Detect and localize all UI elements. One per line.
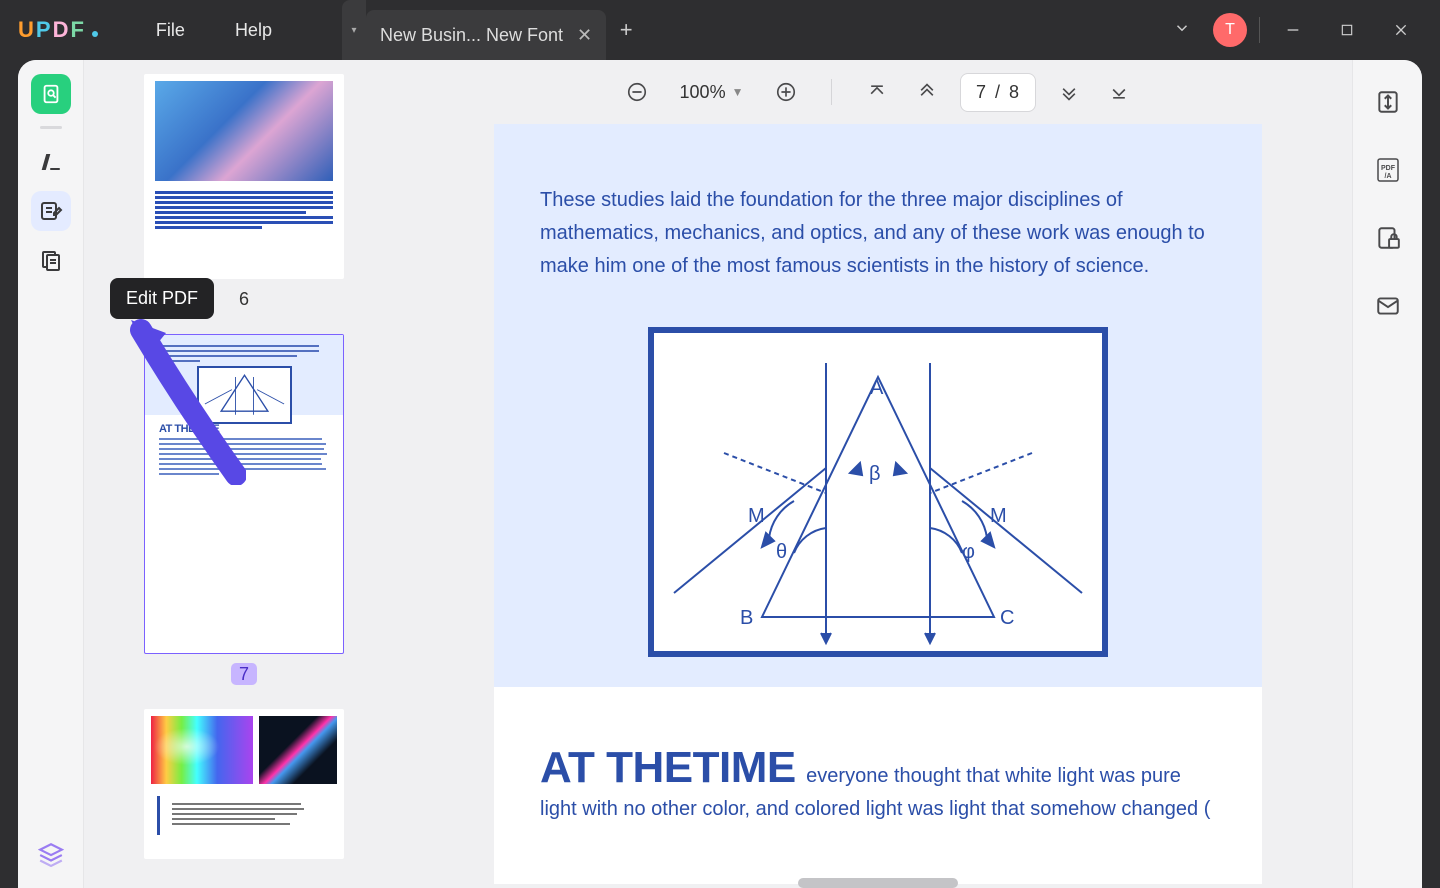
prism-diagram: A B C M M β θ φ bbox=[648, 327, 1108, 657]
thumbnail-page-8[interactable] bbox=[144, 709, 344, 859]
diagram-label-beta: β bbox=[869, 463, 881, 486]
document-viewer: 100%▼ 7 / 8 These studie bbox=[404, 60, 1352, 888]
protect-button[interactable] bbox=[1368, 218, 1408, 258]
diagram-label-theta: θ bbox=[776, 541, 787, 564]
share-button[interactable] bbox=[1368, 286, 1408, 326]
zoom-in-button[interactable] bbox=[769, 75, 803, 109]
divider bbox=[1259, 17, 1260, 43]
diagram-label-A: A bbox=[870, 377, 883, 400]
chevron-down-icon[interactable] bbox=[1173, 19, 1191, 42]
diagram-label-C: C bbox=[1000, 607, 1014, 630]
diagram-label-B: B bbox=[740, 607, 753, 630]
convert-button[interactable] bbox=[1368, 82, 1408, 122]
annotation-arrow bbox=[126, 315, 246, 485]
minimize-button[interactable] bbox=[1272, 9, 1314, 51]
close-tab-button[interactable]: ✕ bbox=[577, 25, 592, 46]
thumbnail-label-7: 7 bbox=[116, 664, 372, 685]
document-page: These studies laid the foundation for th… bbox=[494, 124, 1262, 884]
tab-dropdown-trigger[interactable]: ▾ bbox=[342, 0, 366, 60]
diagram-label-M2: M bbox=[990, 505, 1007, 528]
pdfa-button[interactable]: PDF/A bbox=[1368, 150, 1408, 190]
divider bbox=[831, 79, 832, 105]
page-blue-band: These studies laid the foundation for th… bbox=[494, 124, 1262, 687]
maximize-button[interactable] bbox=[1326, 9, 1368, 51]
intro-paragraph: These studies laid the foundation for th… bbox=[540, 184, 1216, 283]
document-tab[interactable]: New Busin... New Font ✕ bbox=[366, 10, 606, 60]
organize-pages-button[interactable] bbox=[31, 241, 71, 281]
main-menu: File Help bbox=[116, 20, 312, 41]
divider bbox=[40, 126, 62, 129]
tab-title: New Busin... New Font bbox=[380, 25, 563, 46]
reader-mode-button[interactable] bbox=[31, 74, 71, 114]
page-number-input[interactable]: 7 / 8 bbox=[960, 73, 1036, 112]
thumbnail-page-6[interactable] bbox=[144, 74, 344, 279]
page-heading: AT THETIME bbox=[540, 743, 796, 792]
viewer-toolbar: 100%▼ 7 / 8 bbox=[404, 60, 1352, 124]
logo: UPDF bbox=[0, 17, 116, 43]
menu-file[interactable]: File bbox=[156, 20, 185, 41]
window-controls: T bbox=[1155, 9, 1440, 51]
diagram-label-phi: φ bbox=[962, 541, 975, 564]
menu-help[interactable]: Help bbox=[235, 20, 272, 41]
new-tab-button[interactable]: + bbox=[606, 17, 646, 43]
right-toolbar: PDF/A bbox=[1352, 60, 1422, 888]
last-page-button[interactable] bbox=[1102, 75, 1136, 109]
comment-tool-button[interactable] bbox=[31, 141, 71, 181]
left-toolbar bbox=[18, 60, 84, 888]
page-area[interactable]: These studies laid the foundation for th… bbox=[404, 124, 1352, 888]
edit-pdf-tooltip: Edit PDF bbox=[110, 278, 214, 319]
next-page-button[interactable] bbox=[1052, 75, 1086, 109]
horizontal-scrollbar[interactable] bbox=[798, 878, 958, 888]
edit-pdf-button[interactable] bbox=[31, 191, 71, 231]
close-window-button[interactable] bbox=[1380, 9, 1422, 51]
user-avatar[interactable]: T bbox=[1213, 13, 1247, 47]
diagram-label-M1: M bbox=[748, 505, 765, 528]
chevron-down-icon: ▼ bbox=[732, 85, 744, 99]
svg-text:/A: /A bbox=[1384, 173, 1391, 180]
tab-area: ▾ New Busin... New Font ✕ + bbox=[342, 0, 646, 60]
svg-text:PDF: PDF bbox=[1381, 165, 1396, 172]
layers-button[interactable] bbox=[31, 834, 71, 874]
first-page-button[interactable] bbox=[860, 75, 894, 109]
titlebar: UPDF File Help ▾ New Busin... New Font ✕… bbox=[0, 0, 1440, 60]
zoom-level-display[interactable]: 100%▼ bbox=[680, 82, 744, 103]
zoom-out-button[interactable] bbox=[620, 75, 654, 109]
app-body: Edit PDF 6 bbox=[18, 60, 1422, 888]
prev-page-button[interactable] bbox=[910, 75, 944, 109]
